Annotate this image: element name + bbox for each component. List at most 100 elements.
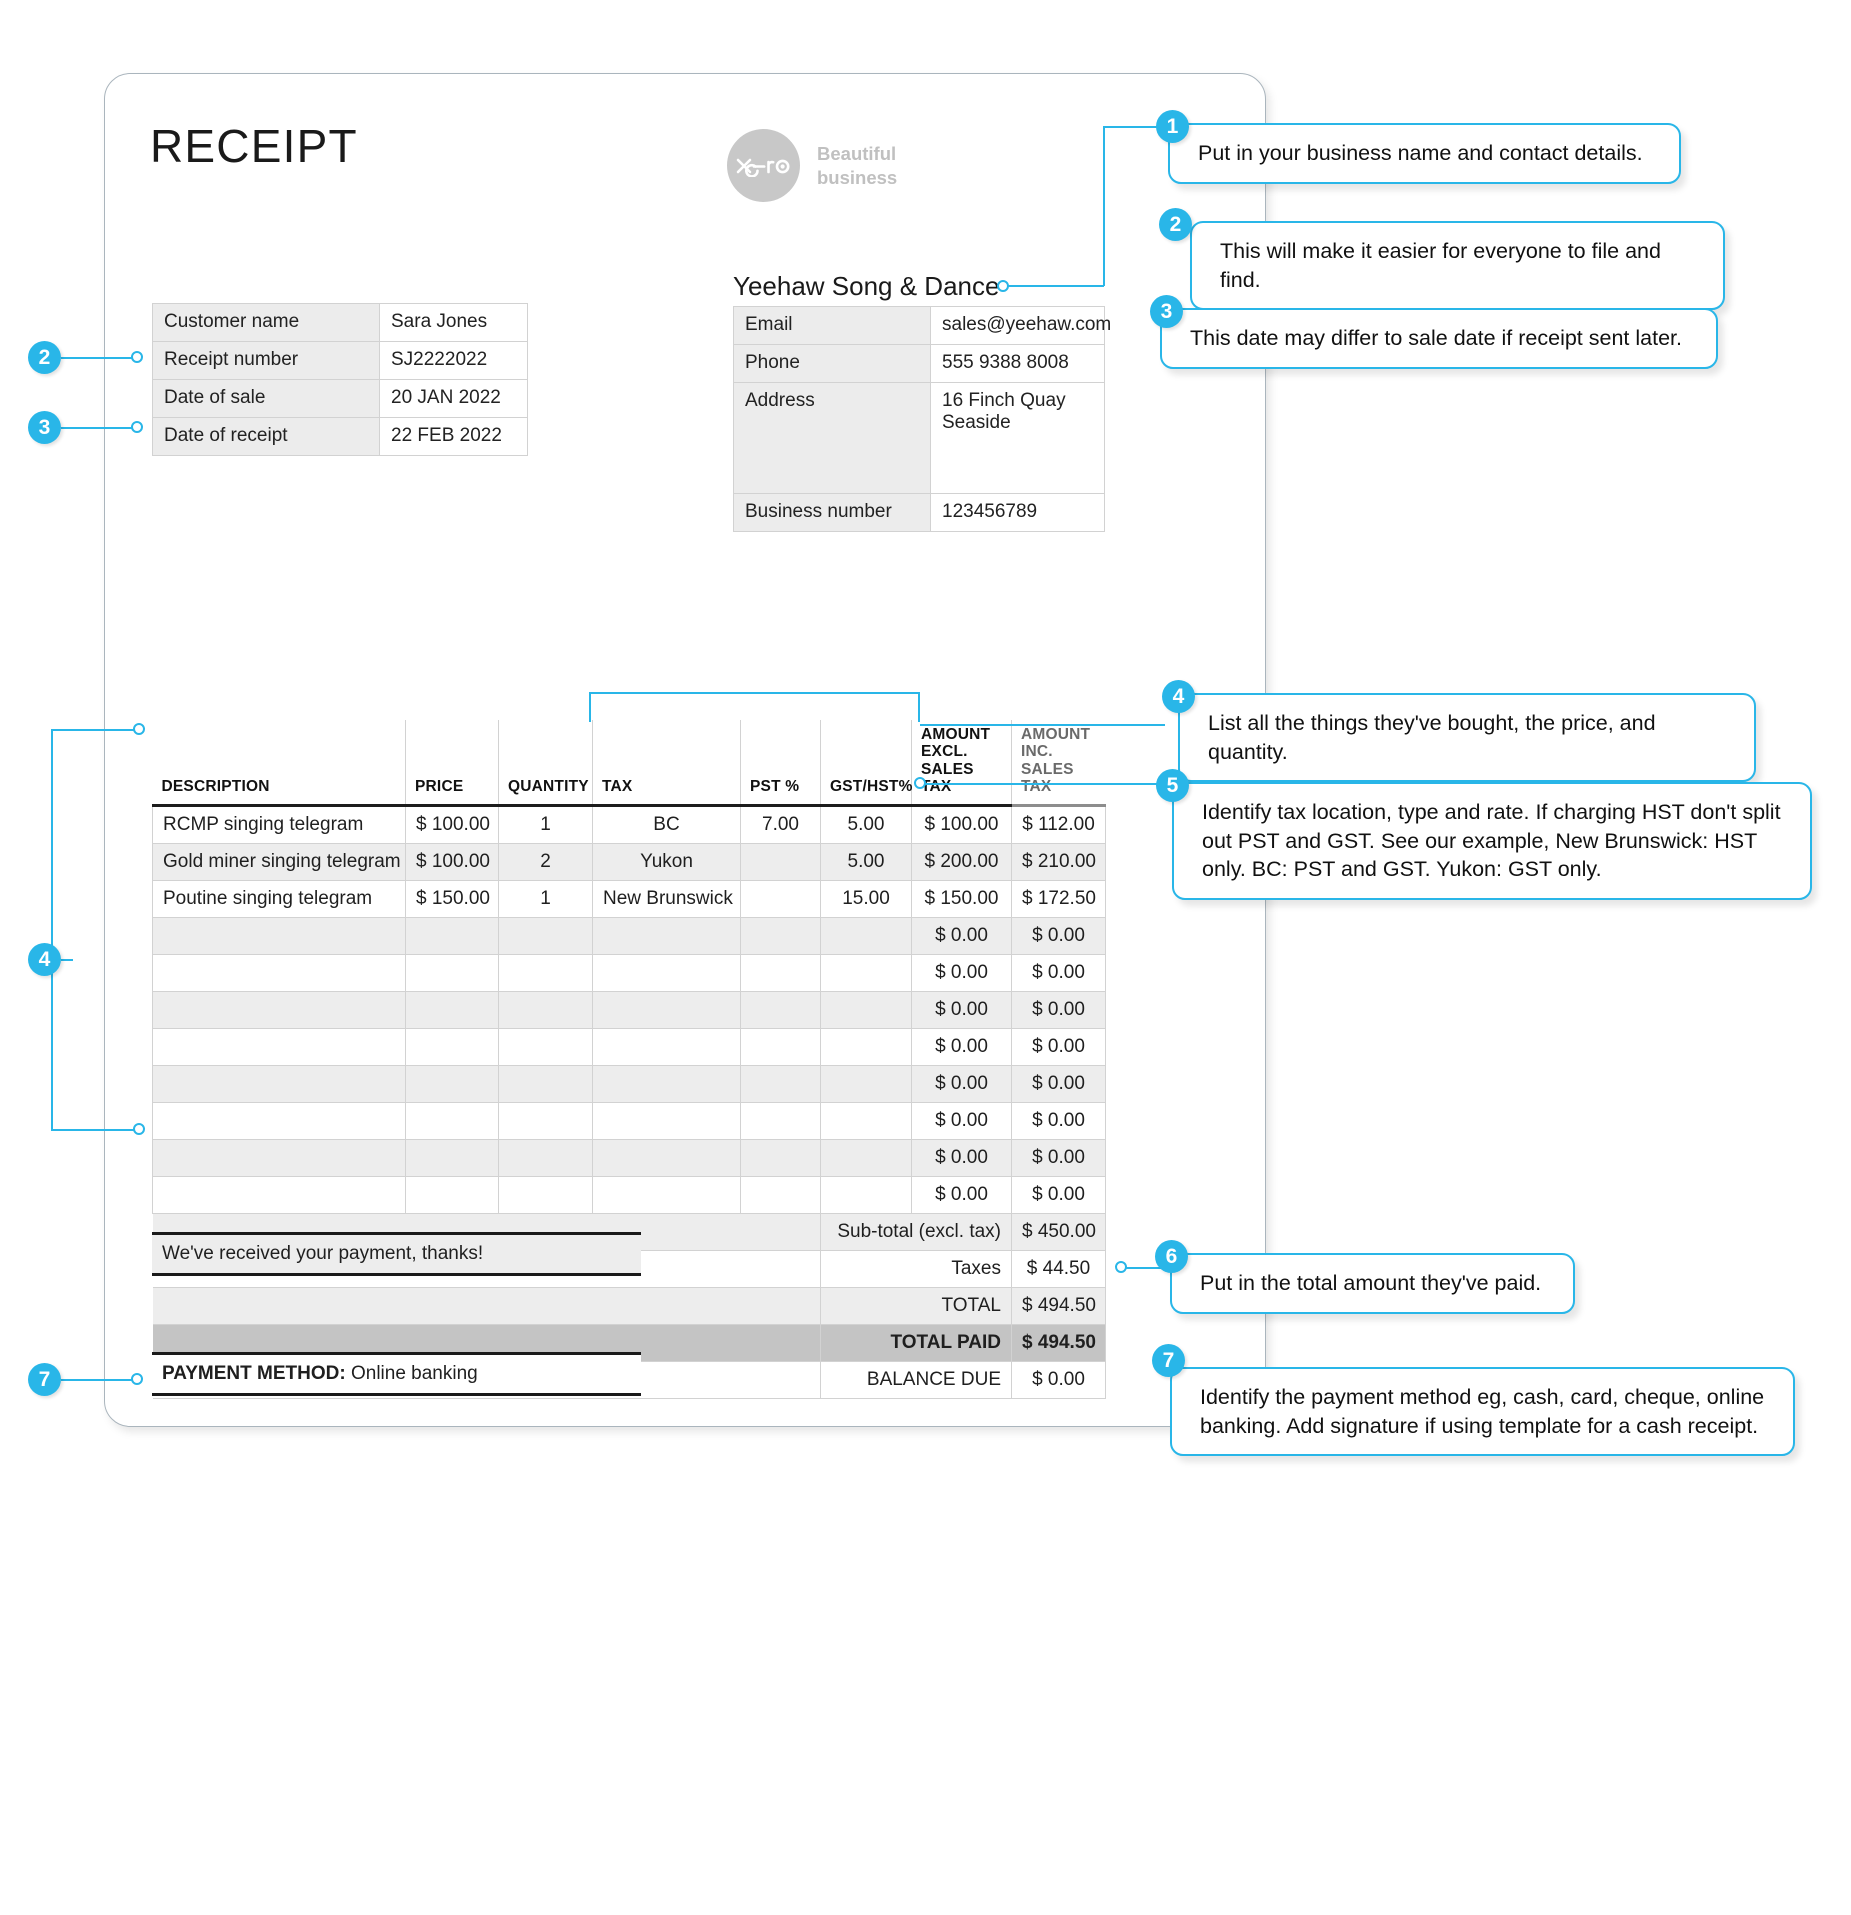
line-item-tax[interactable] [592,954,741,993]
line-item-quantity[interactable] [498,1028,593,1067]
line-item-tax[interactable] [592,1176,741,1215]
line-item-amount-inc[interactable]: $ 0.00 [1011,1102,1106,1141]
line-item-quantity[interactable] [498,954,593,993]
line-item-quantity[interactable] [498,1065,593,1104]
line-item-amount-excl[interactable]: $ 150.00 [911,880,1012,919]
line-item-pst[interactable]: 7.00 [740,805,821,845]
line-item-amount-inc[interactable]: $ 0.00 [1011,1176,1106,1215]
line-item-pst[interactable] [740,1139,821,1178]
line-item-gst[interactable] [820,1065,912,1104]
line-item-price[interactable] [405,991,499,1030]
line-item-description[interactable] [152,1102,406,1141]
line-item-pst[interactable] [740,917,821,956]
line-item-quantity[interactable] [498,991,593,1030]
date-of-receipt-value[interactable]: 22 FEB 2022 [379,417,528,456]
line-item-gst[interactable] [820,1139,912,1178]
line-item-price[interactable] [405,1139,499,1178]
totals-value[interactable]: $ 494.50 [1011,1324,1106,1363]
line-item-price[interactable] [405,1176,499,1215]
line-item-pst[interactable] [740,1065,821,1104]
line-item-description[interactable] [152,1139,406,1178]
line-item-pst[interactable] [740,954,821,993]
line-item-amount-excl[interactable]: $ 0.00 [911,1028,1012,1067]
business-address-value[interactable]: 16 Finch Quay Seaside [930,382,1105,494]
line-item-amount-excl[interactable]: $ 0.00 [911,1102,1012,1141]
line-item-description[interactable] [152,1028,406,1067]
line-item-amount-inc[interactable]: $ 0.00 [1011,954,1106,993]
line-item-amount-excl[interactable]: $ 200.00 [911,843,1012,882]
line-item-tax[interactable]: New Brunswick [592,880,741,919]
line-item-description[interactable] [152,1065,406,1104]
line-item-amount-excl[interactable]: $ 0.00 [911,1139,1012,1178]
line-item-quantity[interactable] [498,1102,593,1141]
line-item-price[interactable]: $ 150.00 [405,880,499,919]
line-item-amount-inc[interactable]: $ 0.00 [1011,1028,1106,1067]
line-item-price[interactable] [405,1028,499,1067]
line-item-amount-inc[interactable]: $ 0.00 [1011,1065,1106,1104]
totals-value[interactable]: $ 44.50 [1011,1250,1106,1289]
line-item-pst[interactable] [740,880,821,919]
business-email-value[interactable]: sales@yeehaw.com [930,306,1111,345]
line-item-tax[interactable]: BC [592,805,741,845]
line-item-pst[interactable] [740,843,821,882]
totals-value[interactable]: $ 450.00 [1011,1213,1106,1252]
line-item-amount-inc[interactable]: $ 172.50 [1011,880,1106,919]
line-item-amount-inc[interactable]: $ 210.00 [1011,843,1106,882]
line-item-quantity[interactable] [498,1139,593,1178]
line-item-gst[interactable]: 5.00 [820,843,912,882]
line-item-amount-excl[interactable]: $ 0.00 [911,954,1012,993]
line-item-quantity[interactable]: 2 [498,843,593,882]
line-item-tax[interactable] [592,991,741,1030]
line-item-amount-excl[interactable]: $ 100.00 [911,805,1012,845]
payment-method-value[interactable]: Online banking [351,1363,478,1384]
line-item-gst[interactable] [820,1028,912,1067]
totals-value[interactable]: $ 0.00 [1011,1361,1106,1400]
line-item-price[interactable]: $ 100.00 [405,805,499,845]
line-item-quantity[interactable] [498,1176,593,1215]
line-item-amount-excl[interactable]: $ 0.00 [911,991,1012,1030]
line-item-tax[interactable] [592,1028,741,1067]
line-item-amount-inc[interactable]: $ 0.00 [1011,1139,1106,1178]
line-item-description[interactable]: RCMP singing telegram [152,805,406,845]
line-item-amount-inc[interactable]: $ 0.00 [1011,917,1106,956]
line-item-price[interactable] [405,1065,499,1104]
line-item-quantity[interactable]: 1 [498,880,593,919]
line-item-price[interactable] [405,917,499,956]
line-item-price[interactable]: $ 100.00 [405,843,499,882]
line-item-price[interactable] [405,954,499,993]
line-item-description[interactable] [152,991,406,1030]
line-item-gst[interactable]: 15.00 [820,880,912,919]
line-item-amount-inc[interactable]: $ 0.00 [1011,991,1106,1030]
receipt-number-value[interactable]: SJ2222022 [379,341,528,380]
line-item-amount-excl[interactable]: $ 0.00 [911,917,1012,956]
line-item-pst[interactable] [740,1176,821,1215]
line-item-tax[interactable] [592,1102,741,1141]
line-item-tax[interactable] [592,917,741,956]
line-item-description[interactable]: Gold miner singing telegram [152,843,406,882]
business-number-value[interactable]: 123456789 [930,493,1105,532]
line-item-amount-excl[interactable]: $ 0.00 [911,1176,1012,1215]
line-item-quantity[interactable]: 1 [498,805,593,845]
line-item-gst[interactable] [820,991,912,1030]
line-item-tax[interactable] [592,1065,741,1104]
line-item-gst[interactable] [820,1102,912,1141]
line-item-amount-excl[interactable]: $ 0.00 [911,1065,1012,1104]
line-item-tax[interactable]: Yukon [592,843,741,882]
line-item-gst[interactable] [820,1176,912,1215]
business-phone-value[interactable]: 555 9388 8008 [930,344,1105,383]
line-item-amount-inc[interactable]: $ 112.00 [1011,805,1106,845]
line-item-description[interactable] [152,954,406,993]
line-item-description[interactable] [152,917,406,956]
date-of-sale-value[interactable]: 20 JAN 2022 [379,379,528,418]
customer-name-value[interactable]: Sara Jones [379,303,528,342]
line-item-description[interactable] [152,1176,406,1215]
line-item-gst[interactable] [820,917,912,956]
line-item-pst[interactable] [740,991,821,1030]
line-item-quantity[interactable] [498,917,593,956]
line-item-pst[interactable] [740,1102,821,1141]
line-item-gst[interactable]: 5.00 [820,805,912,845]
line-item-tax[interactable] [592,1139,741,1178]
line-item-price[interactable] [405,1102,499,1141]
line-item-pst[interactable] [740,1028,821,1067]
line-item-gst[interactable] [820,954,912,993]
